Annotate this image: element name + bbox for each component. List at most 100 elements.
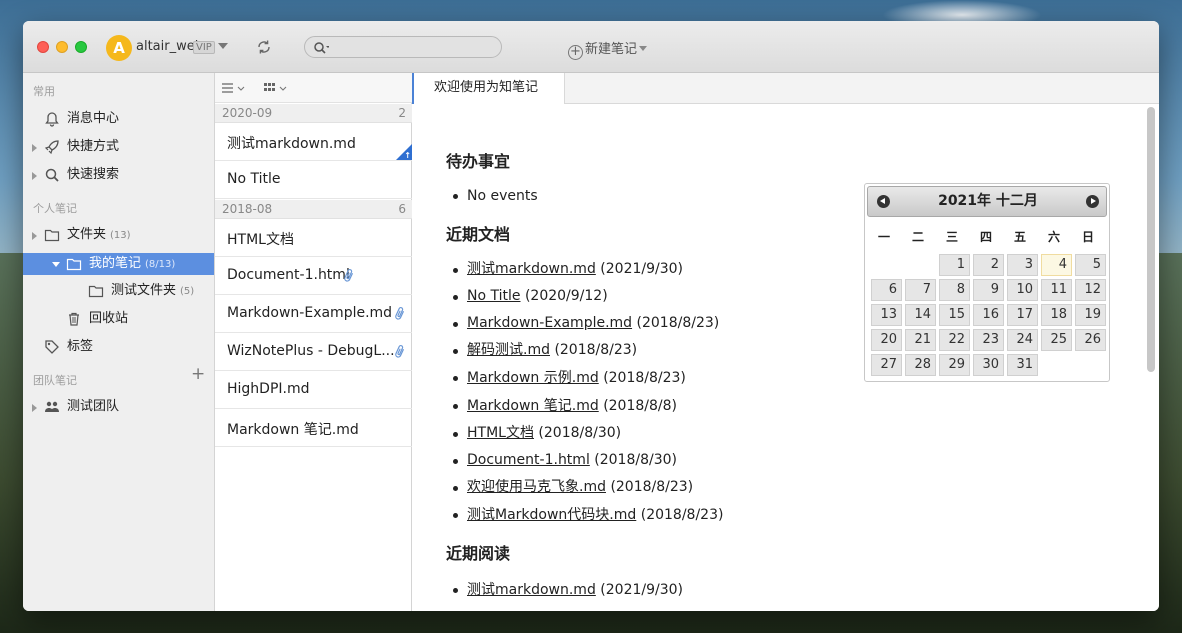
calendar-day[interactable]: 27 [871, 354, 902, 376]
section-common: 常用 [33, 85, 55, 98]
list-item: 解码测试.md (2018/8/23) [452, 337, 723, 364]
note-item[interactable]: HTML文档 [215, 219, 412, 257]
attachment-icon [344, 269, 354, 282]
doc-link[interactable]: 测试markdown.md [467, 582, 596, 598]
calendar-day[interactable]: 24 [1007, 329, 1038, 351]
calendar-day[interactable]: 6 [871, 279, 902, 301]
minimize-button[interactable] [56, 41, 68, 53]
chevron-right-icon[interactable] [32, 232, 37, 240]
doc-link[interactable]: Markdown 示例.md [467, 370, 599, 386]
chevron-right-icon[interactable] [32, 144, 37, 152]
calendar-day[interactable]: 17 [1007, 304, 1038, 326]
search-input[interactable] [331, 39, 491, 55]
sidebar-item-messages[interactable]: 消息中心 [23, 108, 214, 130]
note-title: HTML文档 [227, 232, 294, 248]
sidebar-item-label: 标签 [67, 339, 94, 354]
calendar-day[interactable]: 16 [973, 304, 1004, 326]
calendar-day[interactable]: 12 [1075, 279, 1106, 301]
next-month-icon[interactable] [1086, 195, 1099, 208]
prev-month-icon[interactable] [877, 195, 890, 208]
sidebar-item-quick-search[interactable]: 快速搜索 [23, 164, 214, 186]
calendar-day[interactable]: 29 [939, 354, 970, 376]
sidebar-item-label: 测试团队 [67, 399, 120, 414]
calendar-day[interactable]: 31 [1007, 354, 1038, 376]
calendar-day[interactable]: 2 [973, 254, 1004, 276]
chevron-down-icon [639, 46, 648, 51]
note-item[interactable]: Markdown-Example.md [215, 295, 412, 333]
calendar-title: 2021年 十二月 [938, 193, 1038, 209]
chevron-right-icon[interactable] [32, 172, 37, 180]
calendar-day[interactable]: 13 [871, 304, 902, 326]
tab-welcome[interactable]: 欢迎使用为知笔记 [412, 73, 565, 104]
calendar-day[interactable]: 25 [1041, 329, 1072, 351]
zoom-button[interactable] [75, 41, 87, 53]
grid-view-icon[interactable] [264, 81, 290, 95]
sidebar-item-my-notes[interactable]: 我的笔记 (8/13) [23, 253, 214, 275]
titlebar: A altair_wei VIP + 新建笔记 [23, 21, 1159, 73]
calendar-day[interactable]: 21 [905, 329, 936, 351]
chevron-down-icon[interactable] [218, 43, 228, 49]
note-item[interactable]: 测试markdown.md ↑ [215, 123, 412, 161]
section-team: 团队笔记 [33, 374, 77, 387]
doc-link[interactable]: Document-1.html [467, 452, 590, 468]
add-team-icon[interactable]: + [191, 366, 205, 383]
recent-docs-heading: 近期文档 [446, 225, 511, 244]
calendar-day[interactable]: 11 [1041, 279, 1072, 301]
calendar-day[interactable]: 5 [1075, 254, 1106, 276]
note-list-toolbar [215, 73, 412, 103]
list-view-icon[interactable] [222, 81, 248, 95]
avatar[interactable]: A [106, 35, 132, 61]
doc-link[interactable]: 欢迎使用马克飞象.md [467, 479, 606, 495]
new-note-label: 新建笔记 [585, 42, 638, 57]
note-item[interactable]: No Title [215, 161, 412, 199]
sidebar-item-team[interactable]: 测试团队 [23, 396, 214, 418]
calendar-day-today[interactable]: 4 [1041, 254, 1072, 276]
note-item[interactable]: WizNotePlus - DebugL... [215, 333, 412, 371]
calendar-day[interactable]: 23 [973, 329, 1004, 351]
sidebar-item-shortcuts[interactable]: 快捷方式 [23, 136, 214, 158]
calendar-day[interactable]: 18 [1041, 304, 1072, 326]
sidebar-item-test-folder[interactable]: 测试文件夹 (5) [23, 280, 214, 302]
doc-link[interactable]: 测试Markdown代码块.md [467, 507, 636, 523]
calendar-day[interactable]: 20 [871, 329, 902, 351]
calendar-day[interactable]: 22 [939, 329, 970, 351]
doc-link[interactable]: No Title [467, 288, 521, 304]
list-item: 测试markdown.md (2021/9/30) [452, 576, 683, 604]
sidebar-item-trash[interactable]: 回收站 [23, 308, 214, 330]
doc-link[interactable]: 解码测试.md [467, 342, 550, 358]
chevron-down-icon[interactable] [52, 262, 60, 267]
note-item[interactable]: Markdown 笔记.md [215, 409, 412, 447]
new-note-button[interactable]: + 新建笔记 [568, 38, 648, 60]
calendar-day[interactable]: 26 [1075, 329, 1106, 351]
calendar-day[interactable]: 15 [939, 304, 970, 326]
username[interactable]: altair_wei [136, 39, 198, 54]
calendar-day[interactable]: 19 [1075, 304, 1106, 326]
calendar-day[interactable]: 1 [939, 254, 970, 276]
calendar-day[interactable]: 3 [1007, 254, 1038, 276]
calendar-day[interactable]: 9 [973, 279, 1004, 301]
note-item[interactable]: Document-1.html [215, 257, 412, 295]
calendar-day[interactable]: 30 [973, 354, 1004, 376]
calendar-day[interactable]: 10 [1007, 279, 1038, 301]
sidebar-item-label: 快速搜索 [67, 167, 120, 182]
list-item: 测试markdown.md (2021/9/30) [452, 256, 723, 283]
sidebar-item-folders[interactable]: 文件夹 (13) [23, 224, 214, 246]
doc-link[interactable]: Markdown 笔记.md [467, 398, 599, 414]
doc-link[interactable]: HTML文档 [467, 425, 534, 441]
close-button[interactable] [37, 41, 49, 53]
folder-icon [88, 285, 104, 298]
sidebar-item-tags[interactable]: 标签 [23, 336, 214, 358]
chevron-right-icon[interactable] [32, 404, 37, 412]
calendar-day[interactable]: 14 [905, 304, 936, 326]
calendar-day[interactable]: 28 [905, 354, 936, 376]
sync-icon[interactable] [255, 38, 273, 56]
calendar-day[interactable]: 7 [905, 279, 936, 301]
calendar-day[interactable]: 8 [939, 279, 970, 301]
note-title: Markdown 笔记.md [227, 422, 359, 438]
search-box[interactable] [304, 36, 502, 58]
doc-link[interactable]: Markdown-Example.md [467, 315, 632, 331]
doc-link[interactable]: 测试markdown.md [467, 261, 596, 277]
scrollbar[interactable] [1147, 107, 1155, 372]
bell-icon [45, 112, 59, 127]
note-item[interactable]: HighDPI.md [215, 371, 412, 409]
